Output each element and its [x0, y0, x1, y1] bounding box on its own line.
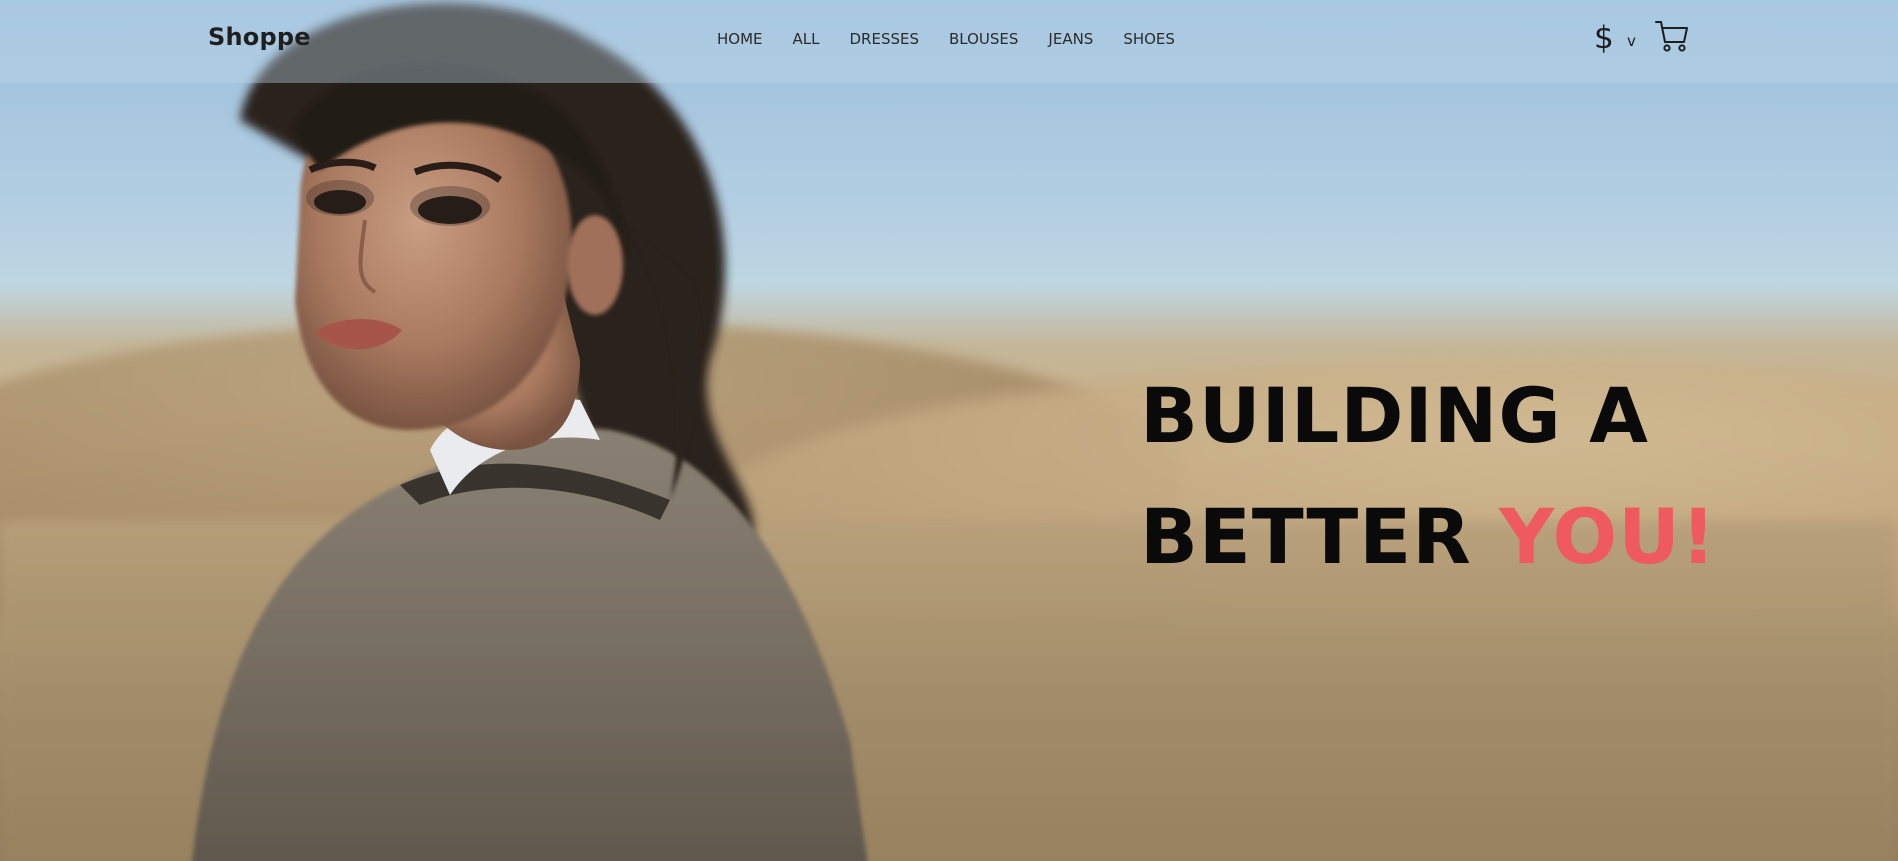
nav-all-link[interactable]: ALL	[793, 30, 820, 48]
headline-line-1: BUILDING A	[1140, 371, 1649, 460]
headline-accent: YOU!	[1499, 492, 1717, 581]
hero-banner: Shoppe HOME ALL DRESSES BLOUSES JEANS SH…	[0, 0, 1898, 861]
nav-shoes-link[interactable]: SHOES	[1123, 30, 1175, 48]
nav-dresses-link[interactable]: DRESSES	[850, 30, 920, 48]
nav-jeans-link[interactable]: JEANS	[1048, 30, 1093, 48]
headline-prefix: BETTER	[1140, 492, 1500, 581]
main-menu: HOME ALL DRESSES BLOUSES JEANS SHOES	[717, 30, 1205, 48]
chevron-down-icon[interactable]: v	[1627, 32, 1636, 50]
currency-selector[interactable]: $	[1594, 20, 1614, 56]
top-navigation-bar: Shoppe HOME ALL DRESSES BLOUSES JEANS SH…	[0, 0, 1898, 83]
nav-home-link[interactable]: HOME	[717, 30, 763, 48]
hero-headline: BUILDING A BETTER YOU!	[1140, 355, 1716, 597]
hero-model-image	[192, 2, 868, 861]
headline-line-2: BETTER YOU!	[1140, 476, 1716, 597]
cart-icon[interactable]	[1654, 18, 1690, 54]
brand-logo[interactable]: Shoppe	[208, 23, 311, 51]
nav-blouses-link[interactable]: BLOUSES	[949, 30, 1018, 48]
